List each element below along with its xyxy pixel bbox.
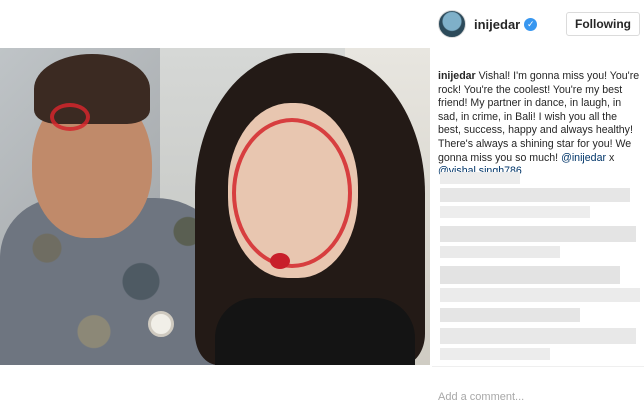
post-photo[interactable] [0, 48, 430, 365]
comments-list-blurred [432, 168, 644, 368]
blurred-comment [440, 348, 550, 360]
photo-wristwatch [148, 311, 174, 337]
instagram-post-view: inijedar ✓ Following inijedar Vishal! I'… [0, 0, 644, 400]
blurred-comment [440, 206, 590, 218]
photo-woman-lips [270, 253, 290, 269]
blurred-comment [440, 172, 520, 184]
username-link[interactable]: inijedar [474, 17, 520, 32]
post-header: inijedar ✓ Following [430, 0, 644, 48]
blurred-comment [440, 328, 636, 344]
add-comment-input[interactable] [438, 390, 638, 400]
verified-badge-icon: ✓ [524, 17, 538, 31]
blurred-comment [440, 308, 580, 322]
comment-divider [432, 366, 644, 367]
post-caption: inijedar Vishal! I'm gonna miss you! You… [438, 70, 640, 179]
blurred-comment [440, 246, 560, 258]
caption-text: Vishal! I'm gonna miss you! You're rock!… [438, 70, 640, 164]
avatar[interactable] [438, 10, 466, 38]
following-button[interactable]: Following [566, 12, 640, 36]
face-paint-stroke [232, 118, 352, 268]
photo-woman-top [215, 298, 415, 365]
blurred-comment [440, 188, 630, 202]
mention-link[interactable]: @inijedar [561, 152, 606, 164]
blurred-comment [440, 288, 640, 302]
caption-username-link[interactable]: inijedar [438, 70, 476, 82]
blurred-comment [440, 226, 636, 242]
caption-separator: x [606, 151, 615, 164]
face-paint-stroke [50, 103, 90, 131]
blurred-comment [440, 266, 620, 284]
